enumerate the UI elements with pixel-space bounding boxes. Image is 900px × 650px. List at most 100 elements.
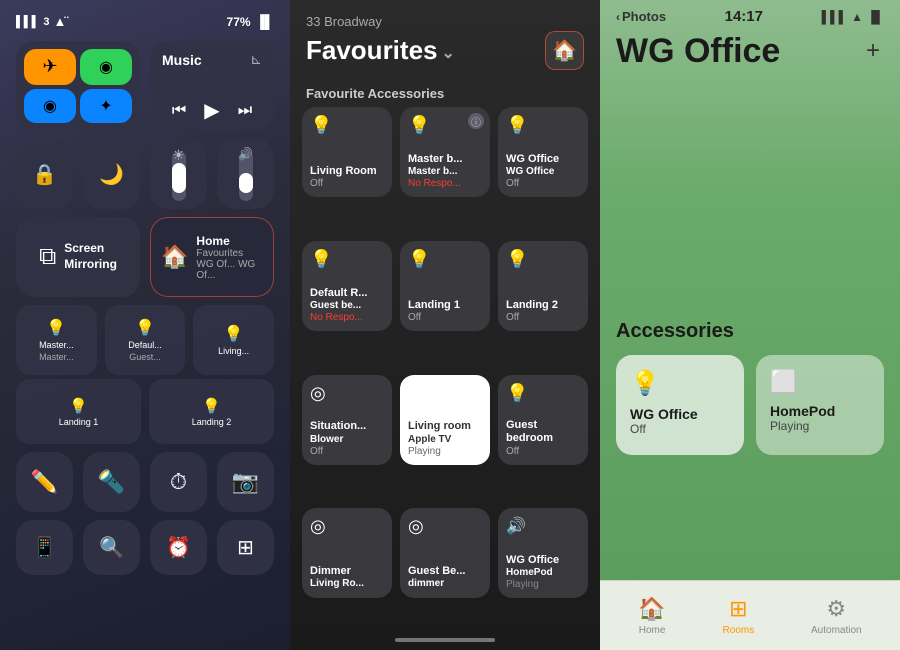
address-label: 33 Broadway bbox=[306, 14, 584, 29]
do-not-disturb-button[interactable]: 🌙 bbox=[83, 139, 140, 209]
mini-accessories-row: 💡 Master... Master... 💡 Defaul... Guest.… bbox=[10, 301, 280, 379]
back-button[interactable]: ‹ Photos bbox=[616, 9, 666, 24]
flashlight-button[interactable]: 🔦 bbox=[83, 452, 140, 512]
dimmer-icon: ◎ bbox=[310, 383, 384, 404]
panel3-bottom-spacer bbox=[600, 560, 900, 580]
magnifier-button[interactable]: 🔍 bbox=[83, 520, 140, 575]
wg-office-panel: ‹ Photos 14:17 ▌▌▌ ▲ ▐▌ WG Office + Acce… bbox=[600, 0, 900, 650]
panel3-title: WG Office bbox=[616, 33, 780, 70]
tab-home[interactable]: 🏠 Home bbox=[628, 592, 675, 640]
timer-icon: ⏱ bbox=[170, 469, 187, 495]
status-left: ▌▌▌ 3 ▲̈ bbox=[16, 14, 66, 29]
tile-wg-office-room[interactable]: 💡 WG Office Off bbox=[616, 355, 744, 455]
bulb-icon-2: 💡 bbox=[135, 318, 155, 338]
clock-button[interactable]: ⏰ bbox=[150, 520, 207, 575]
info-badge: ⓘ bbox=[468, 113, 484, 129]
tile-living-room[interactable]: 💡 Living Room Off bbox=[302, 107, 392, 197]
homepod-icon: 🔊 bbox=[506, 516, 580, 536]
tab-automation-label: Automation bbox=[811, 625, 862, 636]
favourites-dropdown[interactable]: Favourites ⌄ bbox=[306, 35, 455, 66]
home-favourites-button[interactable]: 🏠 Home Favourites WG Of... WG Of... bbox=[150, 217, 274, 297]
tile-guest-bedroom[interactable]: 💡 Guest bedroom Off bbox=[498, 375, 588, 465]
homepod-name: HomePod bbox=[770, 403, 870, 419]
connectivity-tile: ✈ ◉ ◉ ✦ bbox=[16, 41, 140, 131]
panel3-spacer bbox=[600, 80, 900, 320]
orientation-icon: 🔒 bbox=[32, 162, 57, 187]
orientation-lock-button[interactable]: 🔒 bbox=[16, 139, 73, 209]
timer-button[interactable]: ⏱ bbox=[150, 452, 207, 512]
battery-percent: 77% bbox=[227, 15, 251, 29]
landing2-accessory[interactable]: 💡 Landing 2 bbox=[149, 379, 274, 444]
tile-landing1[interactable]: 💡 Landing 1 Off bbox=[400, 241, 490, 331]
panel2-section-label: Favourite Accessories bbox=[290, 78, 600, 107]
accessories-grid: 💡 WG Office Off ⬜ HomePod Playing bbox=[616, 355, 884, 455]
screen-mirroring-button[interactable]: ⧉ ScreenMirroring bbox=[16, 217, 140, 297]
volume-track bbox=[239, 151, 253, 201]
next-button[interactable]: ⏭ bbox=[238, 102, 252, 120]
notes-button[interactable]: ✏️ bbox=[16, 452, 73, 512]
brightness-fill bbox=[172, 163, 186, 193]
landing1-accessory[interactable]: 💡 Landing 1 bbox=[16, 379, 141, 444]
home-indicator-bar bbox=[395, 638, 495, 642]
panel3-content: Accessories 💡 WG Office Off ⬜ HomePod Pl… bbox=[600, 320, 900, 560]
home-sub: Favourites bbox=[196, 248, 263, 259]
brightness-slider[interactable]: ☀ bbox=[150, 139, 207, 209]
master-sub: Master... bbox=[39, 352, 74, 362]
clock-icon: ⏰ bbox=[166, 535, 191, 560]
tile-dimmer-living[interactable]: ◎ Dimmer Living Ro... bbox=[302, 508, 392, 598]
home-sub2: WG Of... WG Of... bbox=[196, 259, 263, 281]
panel3-add-button[interactable]: + bbox=[862, 33, 884, 69]
airplane-mode-button[interactable]: ✈ bbox=[24, 49, 76, 85]
wifi-button[interactable]: ◉ bbox=[24, 89, 76, 124]
default-accessory[interactable]: 💡 Defaul... Guest... bbox=[105, 305, 186, 375]
homepod-room-icon: ⬜ bbox=[770, 369, 870, 395]
airplane-icon: ✈ bbox=[42, 56, 57, 77]
tile-landing2[interactable]: 💡 Landing 2 Off bbox=[498, 241, 588, 331]
tile-default-r[interactable]: 💡 Default R... Guest be... No Respo... bbox=[302, 241, 392, 331]
volume-slider[interactable]: 🔊 bbox=[217, 139, 274, 209]
camera-icon: 📷 bbox=[232, 469, 259, 495]
prev-button[interactable]: ⏮ bbox=[172, 102, 186, 120]
landing1-label: Landing 1 bbox=[59, 417, 99, 427]
panel3-wifi-icon: ▲ bbox=[851, 10, 863, 24]
panel3-status-right: ▌▌▌ ▲ ▐▌ bbox=[822, 10, 884, 24]
tab-automation[interactable]: ⚙ Automation bbox=[801, 592, 872, 640]
tile-master-b[interactable]: 💡 ⓘ Master b... Master b... No Respo... bbox=[400, 107, 490, 197]
living-accessory[interactable]: 💡 Living... bbox=[193, 305, 274, 375]
tile-homepod-room[interactable]: ⬜ HomePod Playing bbox=[756, 355, 884, 455]
status-right: 77% ▐▌ bbox=[227, 14, 274, 29]
play-button[interactable]: ▶ bbox=[204, 98, 219, 123]
panel3-status-left: ‹ Photos bbox=[616, 9, 666, 24]
bluetooth-button[interactable]: ✦ bbox=[80, 89, 132, 124]
home-app-icon[interactable]: 🏠 bbox=[545, 31, 584, 70]
qr-scanner-button[interactable]: ⊞ bbox=[217, 520, 274, 575]
default-sub: Guest... bbox=[129, 352, 161, 362]
wg-office-name: WG Office bbox=[630, 406, 730, 422]
remote-button[interactable]: 📱 bbox=[16, 520, 73, 575]
back-label: Photos bbox=[622, 9, 666, 24]
tile-guest-dimmer[interactable]: ◎ Guest Be... dimmer bbox=[400, 508, 490, 598]
volume-fill bbox=[239, 173, 253, 193]
tile-appletv[interactable]: Living room Apple TV Playing bbox=[400, 375, 490, 465]
tab-automation-icon: ⚙ bbox=[826, 596, 846, 622]
camera-button[interactable]: 📷 bbox=[217, 452, 274, 512]
bulb-icon-5: 💡 bbox=[408, 249, 482, 270]
bulb-icon-4: 💡 bbox=[310, 249, 384, 270]
bulb-icon-l2: 💡 bbox=[202, 397, 221, 415]
bulb-icon: 💡 bbox=[310, 115, 384, 136]
home-app-panel: 33 Broadway Favourites ⌄ 🏠 Favourite Acc… bbox=[290, 0, 600, 650]
tile-wg-office[interactable]: 💡 WG Office WG Office Off bbox=[498, 107, 588, 197]
tab-rooms-icon: ⊞ bbox=[729, 596, 747, 622]
panel2-header: 33 Broadway Favourites ⌄ 🏠 bbox=[290, 0, 600, 78]
airplay-icon[interactable]: ⊾ bbox=[250, 51, 262, 68]
cellular-button[interactable]: ◉ bbox=[80, 49, 132, 85]
tab-rooms[interactable]: ⊞ Rooms bbox=[713, 592, 765, 640]
wifi-btn-icon: ◉ bbox=[43, 96, 57, 116]
home-label: Home bbox=[196, 234, 263, 248]
bulb-icon-6: 💡 bbox=[506, 249, 580, 270]
panel3-section-title: Accessories bbox=[616, 320, 884, 343]
tile-wg-homepod[interactable]: 🔊 WG Office HomePod Playing bbox=[498, 508, 588, 598]
tile-situation-blower[interactable]: ◎ Situation... Blower Off bbox=[302, 375, 392, 465]
panel3-header: WG Office + bbox=[600, 29, 900, 80]
master-accessory[interactable]: 💡 Master... Master... bbox=[16, 305, 97, 375]
